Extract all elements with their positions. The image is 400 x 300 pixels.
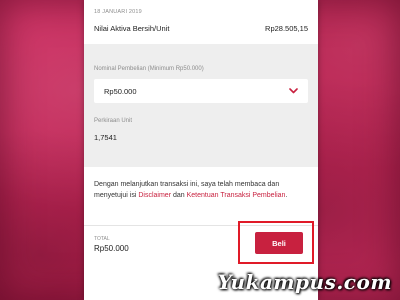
nav-label: Nilai Aktiva Bersih/Unit xyxy=(94,23,170,33)
nav-date: 18 JANUARI 2019 xyxy=(94,9,142,15)
nominal-label: Nominal Pembelian (Minimum Rp50.000) xyxy=(94,66,204,72)
estimate-value: 1,7541 xyxy=(94,133,117,142)
buy-button[interactable]: Beli xyxy=(255,232,303,254)
estimate-label: Perkiraan Unit xyxy=(94,118,133,124)
total-value: Rp50.000 xyxy=(94,244,129,253)
disclaimer-text-between: dan xyxy=(171,192,187,199)
total-label: TOTAL xyxy=(94,236,110,242)
disclaimer-text-after: . xyxy=(285,192,288,199)
chevron-down-icon xyxy=(288,87,298,95)
disclaimer-text: Dengan melanjutkan transaksi ini, saya t… xyxy=(94,179,308,201)
nav-row: Nilai Aktiva Bersih/Unit Rp28.505,15 xyxy=(94,21,308,35)
disclaimer-link[interactable]: Disclaimer xyxy=(138,192,171,199)
purchase-terms-link[interactable]: Ketentuan Transaksi Pembelian xyxy=(187,192,286,199)
nominal-selected-value: Rp50.000 xyxy=(104,86,137,96)
nav-value: Rp28.505,15 xyxy=(265,23,308,33)
nominal-select[interactable]: Rp50.000 xyxy=(94,79,308,103)
purchase-form-section xyxy=(84,44,318,167)
watermark: Yukampus.com xyxy=(217,270,392,294)
